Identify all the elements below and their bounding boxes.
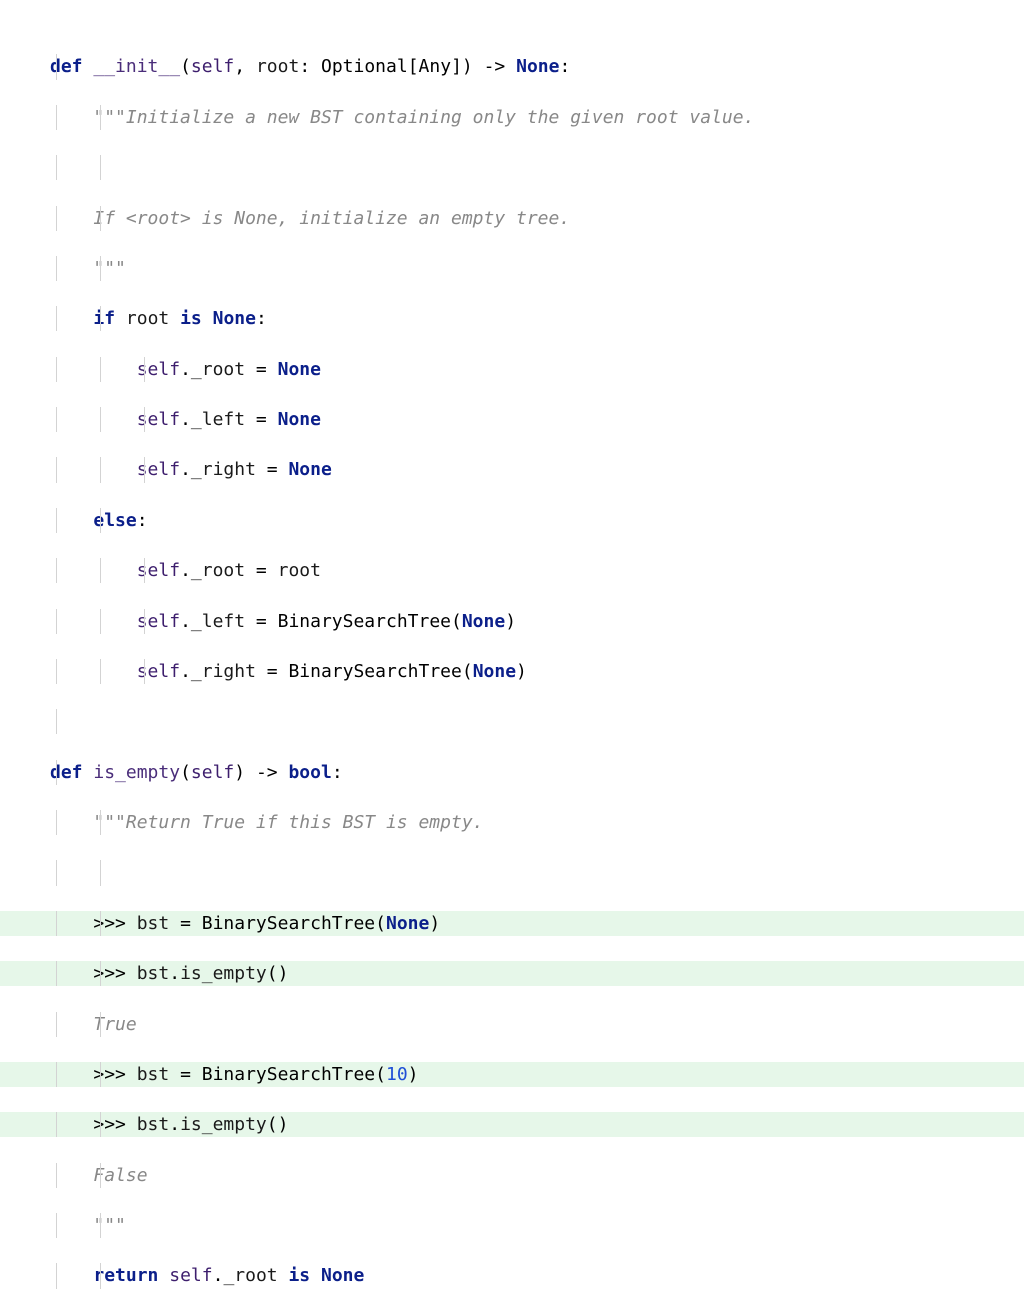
method-name: __init__ [93, 56, 180, 77]
code-line: True [0, 1012, 1024, 1037]
code-line-blank [0, 860, 1024, 885]
docstring-text: If <root> is None, initialize an empty t… [93, 208, 570, 229]
doctest-output: False [93, 1165, 147, 1186]
code-line: self._root = root [0, 558, 1024, 583]
code-line: return self._root is None [0, 1263, 1024, 1288]
docstring-open: """ [93, 107, 126, 128]
keyword-return: return [93, 1265, 158, 1286]
code-line-highlighted: >>> bst = BinarySearchTree(10) [0, 1062, 1024, 1087]
code-line: False [0, 1163, 1024, 1188]
docstring-close: """ [93, 258, 126, 279]
code-line: if root is None: [0, 306, 1024, 331]
code-line [0, 155, 1024, 180]
code-line: """ [0, 256, 1024, 281]
method-name: is_empty [93, 762, 180, 783]
code-line: def is_empty(self) -> bool: [0, 760, 1024, 785]
code-line: self._left = None [0, 407, 1024, 432]
code-line: self._root = None [0, 357, 1024, 382]
code-line-blank [0, 709, 1024, 734]
code-line: """Initialize a new BST containing only … [0, 105, 1024, 130]
keyword-def: def [50, 762, 83, 783]
docstring-text: Return True if this BST is empty. [126, 812, 484, 833]
code-line: def __init__(self, root: Optional[Any]) … [0, 54, 1024, 79]
code-line: else: [0, 508, 1024, 533]
code-line-highlighted: >>> bst = BinarySearchTree(None) [0, 911, 1024, 936]
docstring-open: """ [93, 812, 126, 833]
code-block: def __init__(self, root: Optional[Any]) … [0, 0, 1024, 1300]
keyword-if: if [93, 308, 115, 329]
code-line: """Return True if this BST is empty. [0, 810, 1024, 835]
code-line: self._right = None [0, 457, 1024, 482]
code-line: If <root> is None, initialize an empty t… [0, 206, 1024, 231]
code-line: self._left = BinarySearchTree(None) [0, 609, 1024, 634]
keyword-def: def [50, 56, 83, 77]
docstring-close: """ [93, 1215, 126, 1236]
code-line-highlighted: >>> bst.is_empty() [0, 961, 1024, 986]
code-line: self._right = BinarySearchTree(None) [0, 659, 1024, 684]
docstring-text: Initialize a new BST containing only the… [126, 107, 755, 128]
code-line-highlighted: >>> bst.is_empty() [0, 1112, 1024, 1137]
code-line: """ [0, 1213, 1024, 1238]
